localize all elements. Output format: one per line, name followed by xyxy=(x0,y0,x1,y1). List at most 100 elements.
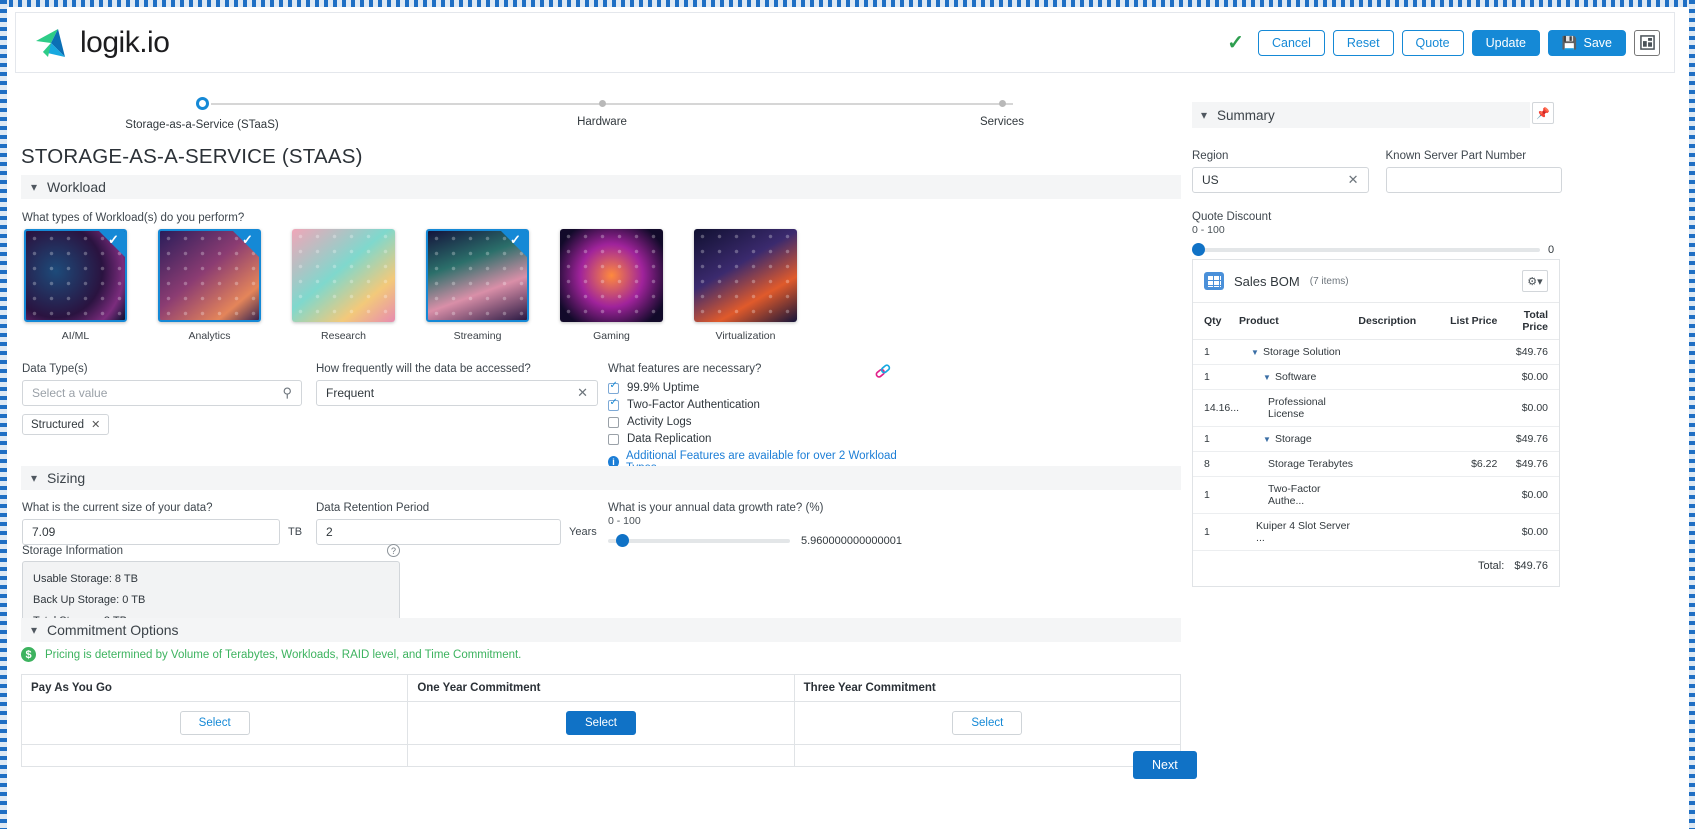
workload-tile-research[interactable]: Research xyxy=(292,229,395,342)
next-button[interactable]: Next xyxy=(1133,751,1197,779)
data-types-placeholder: Select a value xyxy=(32,386,108,400)
reset-button[interactable]: Reset xyxy=(1332,29,1394,56)
slider-thumb[interactable] xyxy=(616,534,629,547)
slider-track[interactable] xyxy=(1192,248,1540,252)
workload-tile-label: Analytics xyxy=(188,330,231,342)
section-header-sizing[interactable]: ▾ Sizing xyxy=(21,466,1181,490)
dollar-icon: $ xyxy=(21,647,36,662)
current-size-value: 7.09 xyxy=(32,525,56,539)
workload-tile-label: Research xyxy=(321,330,366,342)
workload-tile-ai-ml[interactable]: AI/ML xyxy=(24,229,127,342)
expand-caret-icon[interactable]: ▼ xyxy=(1263,373,1271,382)
slider-track[interactable] xyxy=(608,539,790,543)
feature-item-activity-logs[interactable]: Activity Logs xyxy=(608,416,908,428)
features-field: What features are necessary? 99.9% Uptim… xyxy=(608,363,908,474)
bom-list-price xyxy=(1437,364,1498,390)
select-button-one-year[interactable]: Select xyxy=(566,711,636,735)
chip-structured[interactable]: Structured ✕ xyxy=(22,414,110,435)
section-title: Commitment Options xyxy=(47,622,179,638)
slider-thumb[interactable] xyxy=(1192,243,1205,256)
workload-tile-gaming[interactable]: Gaming xyxy=(560,229,663,342)
summary-title: Summary xyxy=(1217,107,1275,123)
features-label: What features are necessary? xyxy=(608,363,762,375)
pin-icon[interactable]: 📌 xyxy=(1532,102,1554,124)
section-header-workload[interactable]: ▾ Workload xyxy=(21,175,1181,199)
bom-product: Kuiper 4 Slot Server ... xyxy=(1239,513,1359,551)
table-row[interactable]: 14.16... Professional License $0.00 xyxy=(1193,389,1559,427)
bom-total-price: $49.76 xyxy=(1497,451,1559,477)
gear-icon[interactable]: ⚙▾ xyxy=(1522,270,1548,292)
chevron-down-icon: ▾ xyxy=(1201,108,1208,122)
bom-list-price xyxy=(1437,513,1498,551)
data-types-input[interactable]: Select a value ⚲ xyxy=(22,380,302,406)
server-part-input[interactable] xyxy=(1385,167,1562,193)
checkbox-icon[interactable] xyxy=(608,433,619,445)
workload-tile-streaming[interactable]: Streaming xyxy=(426,229,529,342)
quote-discount-slider[interactable]: 0 xyxy=(1192,243,1554,256)
cancel-button[interactable]: Cancel xyxy=(1257,29,1325,56)
summary-header[interactable]: ▾ Summary xyxy=(1192,102,1530,128)
step-storage-as-a-service[interactable]: Storage-as-a-Service (STaaS) xyxy=(87,89,317,131)
frequency-input[interactable]: Frequent ✕ xyxy=(316,380,598,406)
table-row[interactable]: 1 ▼ Storage $49.76 xyxy=(1193,426,1559,452)
current-size-input[interactable]: 7.09 xyxy=(22,519,280,545)
select-button-three-year[interactable]: Select xyxy=(952,711,1023,735)
checkbox-icon[interactable] xyxy=(608,416,619,428)
step-hardware[interactable]: Hardware xyxy=(487,89,717,128)
table-row[interactable]: 1 Two-Factor Authe... $0.00 xyxy=(1193,476,1559,514)
quote-button[interactable]: Quote xyxy=(1401,29,1464,56)
table-row[interactable]: 8 Storage Terabytes $6.22 $49.76 xyxy=(1193,451,1559,477)
bom-qty: 14.16... xyxy=(1193,389,1240,427)
region-input[interactable]: US ✕ xyxy=(1192,167,1369,193)
bom-product: Storage Terabytes xyxy=(1239,451,1359,477)
chip-remove-icon[interactable]: ✕ xyxy=(91,418,100,431)
expand-caret-icon[interactable]: ▼ xyxy=(1263,435,1271,444)
growth-rate-field: What is your annual data growth rate? (%… xyxy=(608,502,902,547)
step-dot-active xyxy=(195,97,209,110)
retention-unit: Years xyxy=(569,526,597,538)
workload-tile-analytics[interactable]: Analytics xyxy=(158,229,261,342)
step-dot xyxy=(998,100,1006,107)
growth-rate-label: What is your annual data growth rate? (%… xyxy=(608,502,824,514)
page-title: STORAGE-AS-A-SERVICE (STAAS) xyxy=(21,145,363,168)
update-button[interactable]: Update xyxy=(1471,29,1540,56)
step-label: Hardware xyxy=(577,116,627,128)
search-icon[interactable]: ⚲ xyxy=(282,385,292,401)
clear-icon[interactable]: ✕ xyxy=(577,385,588,401)
sales-bom-total-row: Total: $49.76 xyxy=(1193,551,1559,587)
bom-product: Storage xyxy=(1274,433,1312,445)
table-row[interactable]: 1 ▼ Software $0.00 xyxy=(1193,364,1559,390)
total-value: $49.76 xyxy=(1514,560,1548,572)
brand-logo[interactable]: logik.io xyxy=(16,26,170,60)
checkbox-checked-icon[interactable] xyxy=(608,380,619,394)
layout-panel-icon[interactable] xyxy=(1634,29,1660,56)
workload-tile-virtualization[interactable]: Virtualization xyxy=(694,229,797,342)
select-button-pay-as-you-go[interactable]: Select xyxy=(179,711,250,735)
region-label: Region xyxy=(1192,150,1229,162)
workload-tile-label: Virtualization xyxy=(715,330,776,342)
bom-description xyxy=(1358,451,1438,477)
table-row[interactable]: 1 Kuiper 4 Slot Server ... $0.00 xyxy=(1193,513,1559,551)
clear-icon[interactable]: ✕ xyxy=(1348,172,1359,188)
retention-input[interactable]: 2 xyxy=(316,519,561,545)
save-button[interactable]: 💾 Save xyxy=(1547,29,1626,56)
bom-qty: 1 xyxy=(1193,513,1240,551)
step-services[interactable]: Services xyxy=(887,89,1117,128)
checkbox-checked-icon[interactable] xyxy=(608,397,619,411)
logik-logo-icon xyxy=(36,28,65,57)
feature-item-data-replication[interactable]: Data Replication xyxy=(608,433,908,445)
help-icon[interactable]: ? xyxy=(387,544,400,557)
workload-thumb xyxy=(24,229,127,322)
feature-item-two-factor[interactable]: Two-Factor Authentication xyxy=(608,397,908,411)
growth-rate-slider[interactable]: 5.960000000000001 xyxy=(608,534,902,547)
retention-field: Data Retention Period 2 Years xyxy=(316,502,601,545)
bom-col-description: Description xyxy=(1358,302,1438,340)
expand-caret-icon[interactable]: ▼ xyxy=(1251,348,1259,357)
quote-discount-range: 0 - 100 xyxy=(1192,224,1225,236)
quote-discount-field: Quote Discount 0 - 100 0 xyxy=(1192,211,1559,256)
section-header-commitment[interactable]: ▾ Commitment Options xyxy=(21,618,1181,642)
table-row[interactable]: 1 ▼ Storage Solution $49.76 xyxy=(1193,339,1559,365)
workload-thumb xyxy=(426,229,529,322)
frequency-field: How frequently will the data be accessed… xyxy=(316,363,598,406)
feature-item-uptime[interactable]: 99.9% Uptime xyxy=(608,380,908,394)
